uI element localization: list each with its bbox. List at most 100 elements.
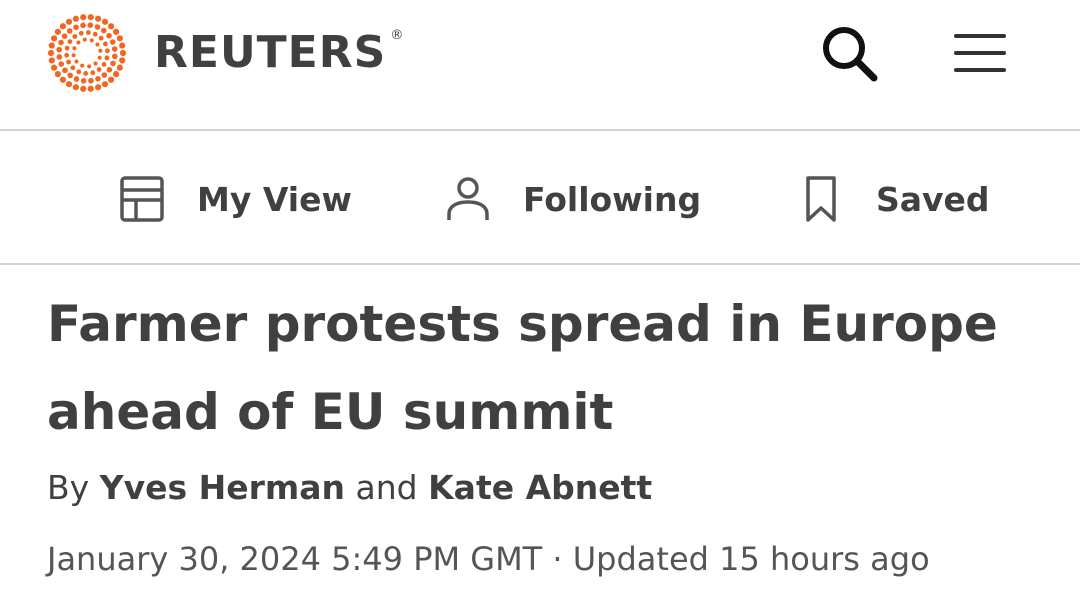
logo-dot [104,55,110,61]
logo-dot [106,32,112,39]
logo-dot [101,18,109,25]
logo-dot [61,33,68,39]
search-icon [823,27,878,82]
logo-dot [58,61,65,67]
logo-dot [95,84,102,91]
logo-dot [89,38,94,43]
logo-dot [72,15,79,22]
logo-dot [64,52,70,58]
logo-dot [71,53,76,58]
nav-saved[interactable]: Saved [796,171,990,227]
logo-dot [73,24,79,31]
logo-dot [51,64,58,71]
logo-dot [101,27,107,34]
logo-dot [95,42,100,47]
logo-dot [106,67,113,73]
logo-dot [102,41,108,47]
logo-dot [93,61,98,66]
reuters-logo[interactable]: REUTERS ® [46,12,403,94]
logo-dot [62,67,68,74]
logo-dot [104,48,110,54]
logo-dot [83,71,89,76]
logo-dot [54,71,61,78]
logo-dot [92,31,98,37]
logo-dot [95,15,102,22]
article-byline: By Yves Herman and Kate Abnett [47,468,652,507]
headline-line-1: Farmer protests spread in Europe [47,295,998,353]
logo-dot [85,30,91,35]
logo-dot [66,28,73,34]
logo-dot [74,59,79,64]
headline-line-2: ahead of EU summit [47,383,614,441]
logo-dot [70,65,76,71]
logo-dot [94,24,101,30]
logo-dot [95,75,101,82]
logo-dot [97,55,102,60]
logo-dot [67,39,73,45]
article-headline: Farmer protests spread in Europe ahead o… [47,280,1047,456]
logo-dot [111,46,118,52]
logo-dot [72,84,79,91]
logo-dot [65,18,73,25]
logo-dot [72,34,78,39]
logo-dot [82,37,87,42]
nav-following[interactable]: Following [443,171,701,227]
logo-dot [113,28,120,35]
logo-dot [110,60,116,67]
dateline-separator: · [552,540,563,578]
logo-dot [87,14,94,21]
logo-dot [54,28,61,35]
logo-dot [72,46,77,51]
layout-icon [120,176,164,222]
logo-dot [112,53,118,60]
logo-dot [48,57,55,64]
brand-wordmark: REUTERS ® [154,29,403,75]
logo-dot [101,72,108,78]
hamburger-menu-icon [954,34,1006,72]
bookmark-icon [806,176,836,222]
author-link-2[interactable]: Kate Abnett [428,468,652,507]
logo-dot [65,81,73,88]
logo-dot [101,81,109,88]
author-link-1[interactable]: Yves Herman [100,468,345,507]
reuters-dot-logo-icon [47,14,127,92]
logo-dot [119,42,126,49]
logo-dot [98,48,103,53]
logo-dot [116,35,123,42]
logo-dot [87,64,92,69]
nav-my-view-label: My View [197,179,352,219]
logo-dot [116,64,123,71]
logo-dot [67,72,73,79]
nav-saved-label: Saved [876,179,990,219]
logo-dot [58,39,64,46]
article-dateline: January 30, 2024 5:49 PM GMT · Updated 1… [47,540,930,578]
logo-dot [76,69,82,75]
person-icon [447,177,489,220]
logo-dot [80,85,87,92]
logo-dot [59,23,67,30]
logo-dot [73,76,80,82]
logo-dot [87,22,94,28]
logo-dot [87,85,94,92]
logo-dot [56,46,62,53]
logo-dot [107,23,115,30]
logo-dot [119,57,126,64]
nav-my-view[interactable]: My View [117,171,352,227]
menu-button[interactable] [950,28,1010,78]
top-bar: REUTERS ® [0,0,1080,131]
logo-dot [59,76,67,83]
updated-time: Updated 15 hours ago [572,540,930,578]
logo-dot [109,39,116,45]
search-button[interactable] [818,22,882,86]
logo-dot [51,35,58,42]
logo-dot [48,42,55,49]
logo-dot [98,35,104,41]
user-nav-bar: My View Following Saved [0,131,1080,265]
logo-dot [64,45,70,51]
logo-dot [56,54,63,60]
logo-dot [80,22,86,29]
logo-dot [80,63,85,68]
logo-dot [88,77,94,84]
logo-dot [119,49,127,57]
logo-dot [107,76,115,83]
